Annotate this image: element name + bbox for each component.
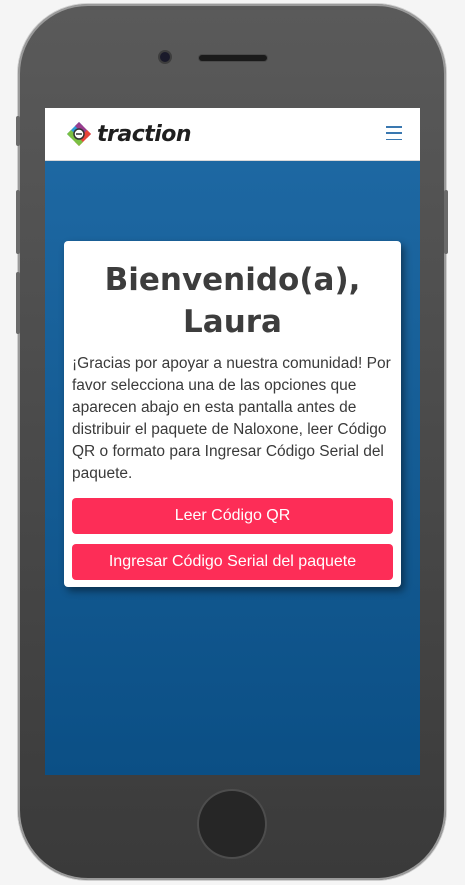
front-camera [160,52,170,62]
brand-name: traction [97,121,192,147]
menu-line [386,126,402,128]
silent-switch [16,116,20,146]
brand-logo[interactable]: traction [65,120,192,148]
home-button[interactable] [199,791,265,857]
hamburger-menu-icon[interactable] [386,126,402,140]
enter-serial-code-button[interactable]: Ingresar Código Serial del paquete [72,544,393,580]
volume-down-button [16,272,20,334]
earpiece-speaker [199,55,267,61]
menu-line [386,132,402,134]
scan-qr-button[interactable]: Leer Código QR [72,498,393,534]
top-navbar: traction [45,108,420,161]
welcome-card: Bienvenido(a), Laura ¡Gracias por apoyar… [64,241,401,587]
welcome-message: ¡Gracias por apoyar a nuestra comunidad!… [72,355,391,482]
welcome-title: Bienvenido(a), Laura [104,262,361,340]
traction-logo-icon [67,122,91,146]
menu-line [386,138,402,140]
device-frame: traction Bienvenido(a), Laura ¡Gracias p… [0,0,465,885]
phone-screen: traction Bienvenido(a), Laura ¡Gracias p… [45,108,420,775]
power-button [444,190,448,254]
volume-up-button [16,190,20,254]
